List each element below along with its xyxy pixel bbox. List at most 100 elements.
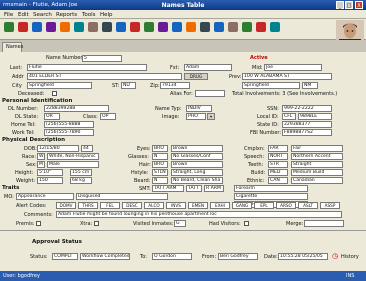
smt-field-2[interactable]: TATT	[186, 185, 202, 192]
alert-code-fel[interactable]: FEL	[100, 202, 120, 209]
toolbar-icon-20[interactable]	[270, 22, 280, 32]
city-field[interactable]: Springfield	[27, 82, 92, 89]
previous-state-field[interactable]: NM	[302, 82, 318, 89]
mo-field-1[interactable]: Appearance	[16, 193, 74, 200]
toolbar-icon-6[interactable]	[74, 22, 84, 32]
toolbar-icon-17[interactable]	[228, 22, 238, 32]
home-tel-field[interactable]: (256)555-8888	[44, 121, 94, 128]
history-link[interactable]: History	[341, 254, 359, 260]
premis-checkbox[interactable]	[36, 221, 41, 226]
alert-code-aslt[interactable]: ASLT	[298, 202, 318, 209]
speech-code-field[interactable]: NORT	[268, 153, 288, 160]
build-code-field[interactable]: MED	[268, 169, 288, 176]
mo-right-field-1[interactable]: Cigarette	[234, 193, 308, 200]
toolbar-icon-4[interactable]	[46, 22, 56, 32]
weight-field[interactable]: 150	[37, 177, 63, 184]
dl-number-field[interactable]: 2288399288	[44, 105, 109, 112]
toolbar-icon-5[interactable]	[60, 22, 70, 32]
menu-tools[interactable]: Tools	[82, 12, 96, 18]
toolbar-icon-16[interactable]	[214, 22, 224, 32]
image-field[interactable]: PHO	[186, 113, 206, 120]
minimize-button[interactable]: _	[336, 1, 344, 9]
alert-code-exhi[interactable]: EXHI	[210, 202, 230, 209]
had-visitors-checkbox[interactable]	[244, 221, 249, 226]
deceased-checkbox[interactable]	[52, 91, 57, 96]
alert-code-epl[interactable]: EPL	[254, 202, 274, 209]
merge-field[interactable]	[304, 220, 344, 227]
previous-city-field[interactable]: Springfield	[242, 82, 300, 89]
menu-file[interactable]: File	[4, 12, 13, 18]
comments-field[interactable]: Adam Flutie might be found lounging in h…	[56, 211, 342, 218]
middle-name-field[interactable]: Joe	[264, 64, 322, 71]
last-name-field[interactable]: Flutie	[27, 64, 147, 71]
age-field[interactable]: 44	[81, 145, 93, 152]
alert-code-alco[interactable]: ALCO	[144, 202, 164, 209]
history-icon[interactable]: ◷	[332, 252, 338, 260]
toolbar-icon-3[interactable]	[32, 22, 42, 32]
state-field[interactable]: ND	[121, 82, 136, 89]
eyes-code-field[interactable]: BRO	[152, 145, 168, 152]
beard-code-field[interactable]: N	[152, 177, 168, 184]
menu-edit[interactable]: Edit	[18, 12, 29, 18]
smt-field-1[interactable]: TATT ARM	[152, 185, 184, 192]
toolbar-icon-7[interactable]	[88, 22, 98, 32]
close-button[interactable]: X	[355, 1, 363, 9]
toolbar-icon-12[interactable]	[158, 22, 168, 32]
toolbar-icon-1[interactable]	[4, 22, 14, 32]
menu-help[interactable]: Help	[100, 12, 113, 18]
local-id-prefix-field[interactable]: CFL	[282, 113, 296, 120]
toolbar-icon-19[interactable]	[256, 22, 266, 32]
race-code-field[interactable]: W	[37, 153, 45, 160]
toolbar-icon-9[interactable]	[116, 22, 126, 32]
smt-field-3[interactable]: R ARM	[204, 185, 224, 192]
menu-search[interactable]: Search	[33, 12, 52, 18]
name-number-field[interactable]: 5	[82, 55, 122, 62]
sex-code-field[interactable]: M	[37, 161, 45, 168]
xtra-checkbox[interactable]	[94, 221, 99, 226]
height-field[interactable]: 5'10"	[37, 169, 63, 176]
fbi-number-field[interactable]: F8898877S2	[282, 129, 332, 136]
zip-field[interactable]: 79134	[160, 82, 190, 89]
alias-field[interactable]	[195, 90, 225, 97]
menu-reports[interactable]: Reports	[56, 12, 77, 18]
toolbar-icon-18[interactable]	[242, 22, 252, 32]
glasses-code-field[interactable]: N	[152, 153, 168, 160]
hair-code-field[interactable]: BRO	[152, 161, 168, 168]
alert-code-invs[interactable]: INVS	[166, 202, 186, 209]
address-field[interactable]: 401 ELDER ST	[27, 73, 182, 80]
drug-flag-button[interactable]: DRUG	[184, 73, 208, 80]
dl-state-field[interactable]: OR	[44, 113, 60, 120]
toolbar-icon-10[interactable]	[130, 22, 140, 32]
local-id-field[interactable]: 9898LE	[298, 113, 332, 120]
toolbar-icon-13[interactable]	[172, 22, 182, 32]
toolbar-icon-15[interactable]	[200, 22, 210, 32]
previous-address-field[interactable]: 100 W ALABAMA ST	[242, 73, 332, 80]
alert-code-domv[interactable]: DOMV	[56, 202, 76, 209]
work-tel-field[interactable]: (256)555-7890	[44, 129, 94, 136]
mo-field-2[interactable]: Disguised	[76, 193, 168, 200]
image-lookup-icon[interactable]: ▾	[207, 113, 215, 120]
approval-from-field[interactable]: Ben Godfrey	[218, 253, 258, 260]
maximize-button[interactable]: □	[345, 1, 353, 9]
dob-field[interactable]: 12/15/80	[37, 145, 79, 152]
ssn-field[interactable]: 999-22-2222	[282, 105, 332, 112]
class-field[interactable]: OP	[100, 113, 116, 120]
alert-code-desc[interactable]: DESC	[122, 202, 142, 209]
approval-status-code[interactable]: COMPLT	[52, 253, 78, 260]
alert-code-emen[interactable]: EMEN	[188, 202, 208, 209]
state-id-field[interactable]: 229388377	[282, 121, 332, 128]
alert-code-thrs[interactable]: THRS	[78, 202, 98, 209]
tab-names[interactable]: Names	[2, 42, 23, 52]
hstyle-code-field[interactable]: STLN	[152, 169, 168, 176]
approval-to-field[interactable]: O Gordon	[152, 253, 192, 260]
first-name-field[interactable]: Adam	[184, 64, 232, 71]
toolbar-icon-2[interactable]	[18, 22, 28, 32]
toolbar-icon-14[interactable]	[186, 22, 196, 32]
visited-inmates-field[interactable]: G	[174, 220, 186, 227]
alert-code-arso[interactable]: ARSO	[276, 202, 296, 209]
name-type-field[interactable]: INDIV	[186, 105, 212, 112]
alert-code-gang[interactable]: GANG	[232, 202, 252, 209]
ethnic-code-field[interactable]: CAN	[268, 177, 288, 184]
total-involvements-link[interactable]: Total Involvements: 3 (See Involvements.…	[232, 91, 337, 97]
cmplxn-code-field[interactable]: FAR	[268, 145, 288, 152]
